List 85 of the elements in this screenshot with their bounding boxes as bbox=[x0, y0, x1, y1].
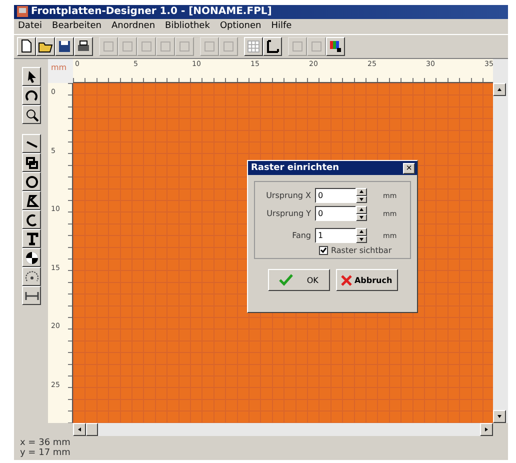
arrow-up-icon bbox=[497, 87, 502, 92]
tool-button[interactable] bbox=[22, 105, 40, 124]
toolbar-button[interactable] bbox=[36, 37, 55, 56]
number-field[interactable]: 1 bbox=[315, 228, 356, 243]
app-icon bbox=[17, 6, 28, 18]
menu-item[interactable]: Datei bbox=[18, 21, 42, 32]
tool-button[interactable] bbox=[22, 172, 40, 191]
close-button[interactable]: × bbox=[403, 162, 415, 174]
scroll-right-button[interactable] bbox=[480, 423, 493, 436]
dimension-icon bbox=[265, 39, 280, 54]
toolbar-button[interactable] bbox=[326, 37, 345, 56]
tool-button[interactable] bbox=[22, 86, 40, 105]
toolbar-button[interactable] bbox=[55, 37, 74, 56]
cancel-button[interactable]: Abbruch bbox=[336, 269, 398, 291]
tool-icon bbox=[290, 39, 305, 54]
arrow-down-icon bbox=[359, 196, 364, 202]
ok-button[interactable]: OK bbox=[268, 269, 330, 291]
tool-button[interactable] bbox=[22, 286, 40, 305]
tool-button[interactable] bbox=[22, 210, 40, 229]
grid-visible-checkbox[interactable]: Raster sichtbar bbox=[319, 246, 406, 255]
field-label: Ursprung X bbox=[265, 191, 311, 200]
pie-icon bbox=[24, 250, 38, 265]
tool-icon bbox=[221, 39, 236, 54]
tool-icon bbox=[120, 39, 135, 54]
spin-up-button[interactable] bbox=[356, 188, 367, 196]
spin-up-button[interactable] bbox=[356, 228, 367, 236]
tool-button[interactable] bbox=[22, 229, 40, 248]
dialog-title: Raster einrichten × bbox=[248, 161, 417, 175]
scroll-up-button[interactable] bbox=[493, 83, 506, 96]
rotate-icon bbox=[24, 88, 38, 103]
window-title: Frontplatten-Designer 1.0 - [NONAME.FPL] bbox=[14, 5, 508, 19]
arrow-up-icon bbox=[359, 229, 364, 234]
circle-icon bbox=[24, 174, 38, 189]
tool-icon bbox=[309, 39, 324, 54]
number-field[interactable]: 0 bbox=[315, 188, 356, 203]
arrow-up-icon bbox=[359, 207, 364, 212]
toolbar-button[interactable] bbox=[17, 37, 36, 56]
arrow-down-icon bbox=[359, 214, 364, 220]
scroll-left-button[interactable] bbox=[73, 423, 86, 436]
dial-icon bbox=[24, 269, 38, 284]
toolbar-button[interactable] bbox=[263, 37, 282, 56]
status-text: y = 17 mm bbox=[20, 448, 70, 458]
arrow-down-icon bbox=[497, 414, 502, 419]
arrow-down-icon bbox=[359, 236, 364, 242]
menu-item[interactable]: Hilfe bbox=[271, 21, 292, 32]
zoom-icon bbox=[24, 107, 38, 122]
tool-button[interactable] bbox=[22, 191, 40, 210]
menu-item[interactable]: Bibliothek bbox=[165, 21, 210, 32]
spin-up-button[interactable] bbox=[356, 206, 367, 214]
arc-icon bbox=[24, 212, 38, 227]
tool-icon bbox=[101, 39, 116, 54]
tool-button[interactable] bbox=[22, 248, 40, 267]
new-file-icon bbox=[19, 39, 34, 54]
menu-item[interactable]: Anordnen bbox=[111, 21, 156, 32]
vertical-scrollbar[interactable] bbox=[493, 59, 508, 423]
tool-icon bbox=[158, 39, 173, 54]
field-label: Fang bbox=[291, 231, 311, 240]
printer-icon bbox=[76, 39, 91, 54]
tool-button[interactable] bbox=[22, 153, 40, 172]
horizontal-scrollbar[interactable] bbox=[73, 423, 493, 436]
number-field[interactable]: 0 bbox=[315, 206, 356, 221]
tool-icon bbox=[139, 39, 154, 54]
ruler-unit: mm bbox=[48, 59, 73, 83]
tool-button[interactable] bbox=[22, 267, 40, 286]
scroll-thumb[interactable] bbox=[86, 423, 98, 436]
status-text: x = 36 mm bbox=[20, 438, 70, 448]
cross-icon bbox=[340, 274, 352, 286]
menu-item[interactable]: Bearbeiten bbox=[52, 21, 102, 32]
arrow-right-icon bbox=[484, 427, 489, 432]
rectangles-icon bbox=[24, 155, 38, 170]
tool-button[interactable] bbox=[22, 134, 40, 153]
arrow-left-icon bbox=[77, 427, 82, 432]
menu-item[interactable]: Optionen bbox=[220, 21, 262, 32]
checkmark-icon bbox=[320, 247, 327, 254]
tool-icon bbox=[202, 39, 217, 54]
arrow-up-icon bbox=[359, 189, 364, 194]
tool-button[interactable] bbox=[22, 67, 40, 86]
grid-icon bbox=[246, 39, 261, 54]
tool-icon bbox=[177, 39, 192, 54]
toolbar-button[interactable] bbox=[74, 37, 93, 56]
checkmark-icon bbox=[278, 274, 293, 286]
toolbar-button[interactable] bbox=[244, 37, 263, 56]
field-label: Ursprung Y bbox=[266, 209, 311, 218]
color-palette-icon bbox=[328, 39, 343, 54]
scroll-down-button[interactable] bbox=[493, 410, 506, 423]
